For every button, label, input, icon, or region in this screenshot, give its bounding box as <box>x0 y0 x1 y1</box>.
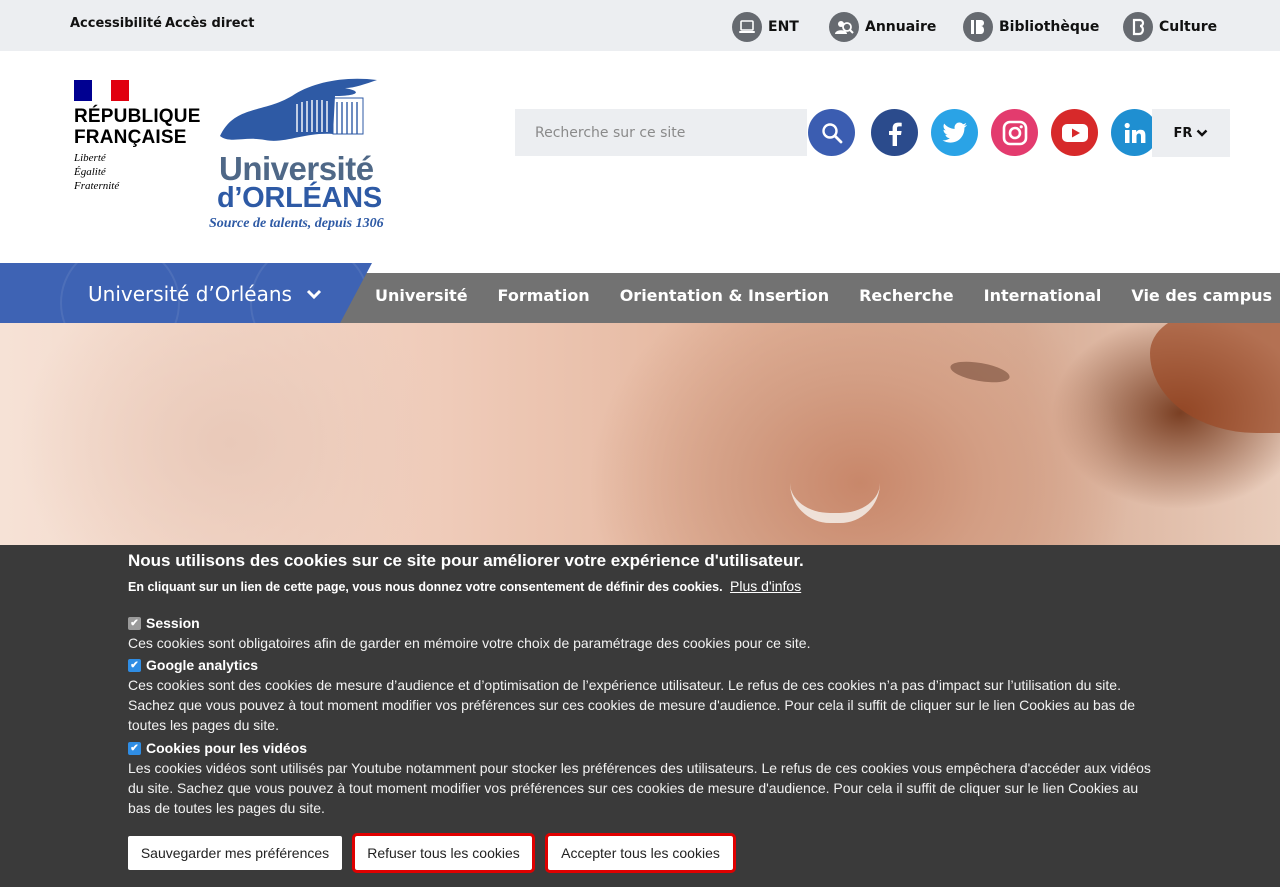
youtube-icon <box>1061 123 1088 142</box>
facebook-button[interactable] <box>871 109 918 156</box>
nav-item-international[interactable]: International <box>984 286 1102 305</box>
hero-image <box>0 323 1280 545</box>
people-search-icon <box>829 12 859 42</box>
facebook-icon <box>888 122 902 146</box>
direct-access-link[interactable]: Accès direct <box>165 16 254 31</box>
nav-item-orientation-insertion[interactable]: Orientation & Insertion <box>620 286 829 305</box>
twitter-button[interactable] <box>931 109 978 156</box>
logo-orleans-text: d’ORLÉANS <box>217 182 382 214</box>
culture-link[interactable]: Culture <box>1123 12 1217 42</box>
language-selector[interactable]: FR <box>1152 109 1230 157</box>
main-menu: Université Formation Orientation & Inser… <box>375 286 1272 305</box>
bibliotheque-label: Bibliothèque <box>999 19 1100 35</box>
videos-label: Cookies pour les vidéos <box>146 740 308 756</box>
search-input[interactable] <box>515 109 807 156</box>
videos-description: Les cookies vidéos sont utilisés par You… <box>128 760 1151 816</box>
cookie-option-google-analytics: ✔ Google analytics Ces cookies sont des … <box>128 657 1158 735</box>
universite-orleans-logo[interactable]: Université d’ORLÉANS Source de talents, … <box>205 74 425 234</box>
language-label: FR <box>1173 125 1193 141</box>
nav-item-vie-des-campus[interactable]: Vie des campus <box>1131 286 1272 305</box>
rf-motto-liberte: Liberté <box>74 152 106 164</box>
bibliotheque-link[interactable]: Bibliothèque <box>963 12 1099 42</box>
ent-label: ENT <box>768 19 799 35</box>
linkedin-button[interactable] <box>1111 109 1158 156</box>
save-preferences-button[interactable]: Sauvegarder mes préférences <box>128 836 342 870</box>
site-selector-label: Université d’Orléans <box>88 282 292 306</box>
site-selector[interactable]: Université d’Orléans <box>88 282 322 306</box>
chevron-down-icon <box>1197 129 1208 137</box>
top-bar: Accessibilité Accès direct ENT Annuaire … <box>0 0 1280 51</box>
instagram-button[interactable] <box>991 109 1038 156</box>
annuaire-label: Annuaire <box>865 19 937 35</box>
more-info-link[interactable]: Plus d'infos <box>730 578 801 594</box>
culture-label: Culture <box>1159 19 1218 35</box>
youtube-button[interactable] <box>1051 109 1098 156</box>
chevron-down-icon <box>306 289 322 300</box>
cookie-banner: Nous utilisons des cookies sur ce site p… <box>0 545 1280 887</box>
nav-item-recherche[interactable]: Recherche <box>859 286 954 305</box>
french-flag-icon <box>74 80 129 101</box>
rf-name-line2: FRANÇAISE <box>74 127 187 148</box>
refuse-all-cookies-button[interactable]: Refuser tous les cookies <box>352 833 535 873</box>
google-analytics-label: Google analytics <box>146 657 259 673</box>
accept-all-cookies-button[interactable]: Accepter tous les cookies <box>545 833 736 873</box>
annuaire-link[interactable]: Annuaire <box>829 12 936 42</box>
nav-item-formation[interactable]: Formation <box>498 286 590 305</box>
rf-name-line1: RÉPUBLIQUE <box>74 106 201 127</box>
rf-motto-fraternite: Fraternité <box>74 180 120 192</box>
google-analytics-checkbox[interactable]: ✔ <box>128 658 141 672</box>
cookie-title: Nous utilisons des cookies sur ce site p… <box>128 551 804 570</box>
rf-motto-egalite: Égalité <box>74 166 106 178</box>
session-checkbox[interactable]: ✔ <box>128 616 141 630</box>
nav-item-universite[interactable]: Université <box>375 286 468 305</box>
instagram-icon <box>1002 120 1027 145</box>
cookie-subtitle: En cliquant sur un lien de cette page, v… <box>128 578 802 594</box>
cookie-option-session: ✔ Session Ces cookies sont obligatoires … <box>128 615 1158 653</box>
google-analytics-description: Ces cookies sont des cookies de mesure d… <box>128 677 1136 733</box>
cookie-option-videos: ✔ Cookies pour les vidéos Les cookies vi… <box>128 740 1158 818</box>
search-icon <box>821 122 842 143</box>
laptop-icon <box>732 12 762 42</box>
videos-checkbox[interactable]: ✔ <box>128 741 141 755</box>
library-icon <box>963 12 993 42</box>
logo-brushstroke-icon <box>220 78 377 141</box>
linkedin-icon <box>1124 122 1145 143</box>
accessibility-link[interactable]: Accessibilité <box>70 16 162 31</box>
twitter-icon <box>942 122 967 143</box>
session-description: Ces cookies sont obligatoires afin de ga… <box>128 635 811 651</box>
republique-francaise-logo[interactable]: RÉPUBLIQUE FRANÇAISE Liberté Égalité Fra… <box>74 80 209 193</box>
session-label: Session <box>146 615 200 631</box>
ent-link[interactable]: ENT <box>732 12 799 42</box>
culture-icon <box>1123 12 1153 42</box>
search-button[interactable] <box>808 109 855 156</box>
logo-tagline: Source de talents, depuis 1306 <box>209 216 384 231</box>
